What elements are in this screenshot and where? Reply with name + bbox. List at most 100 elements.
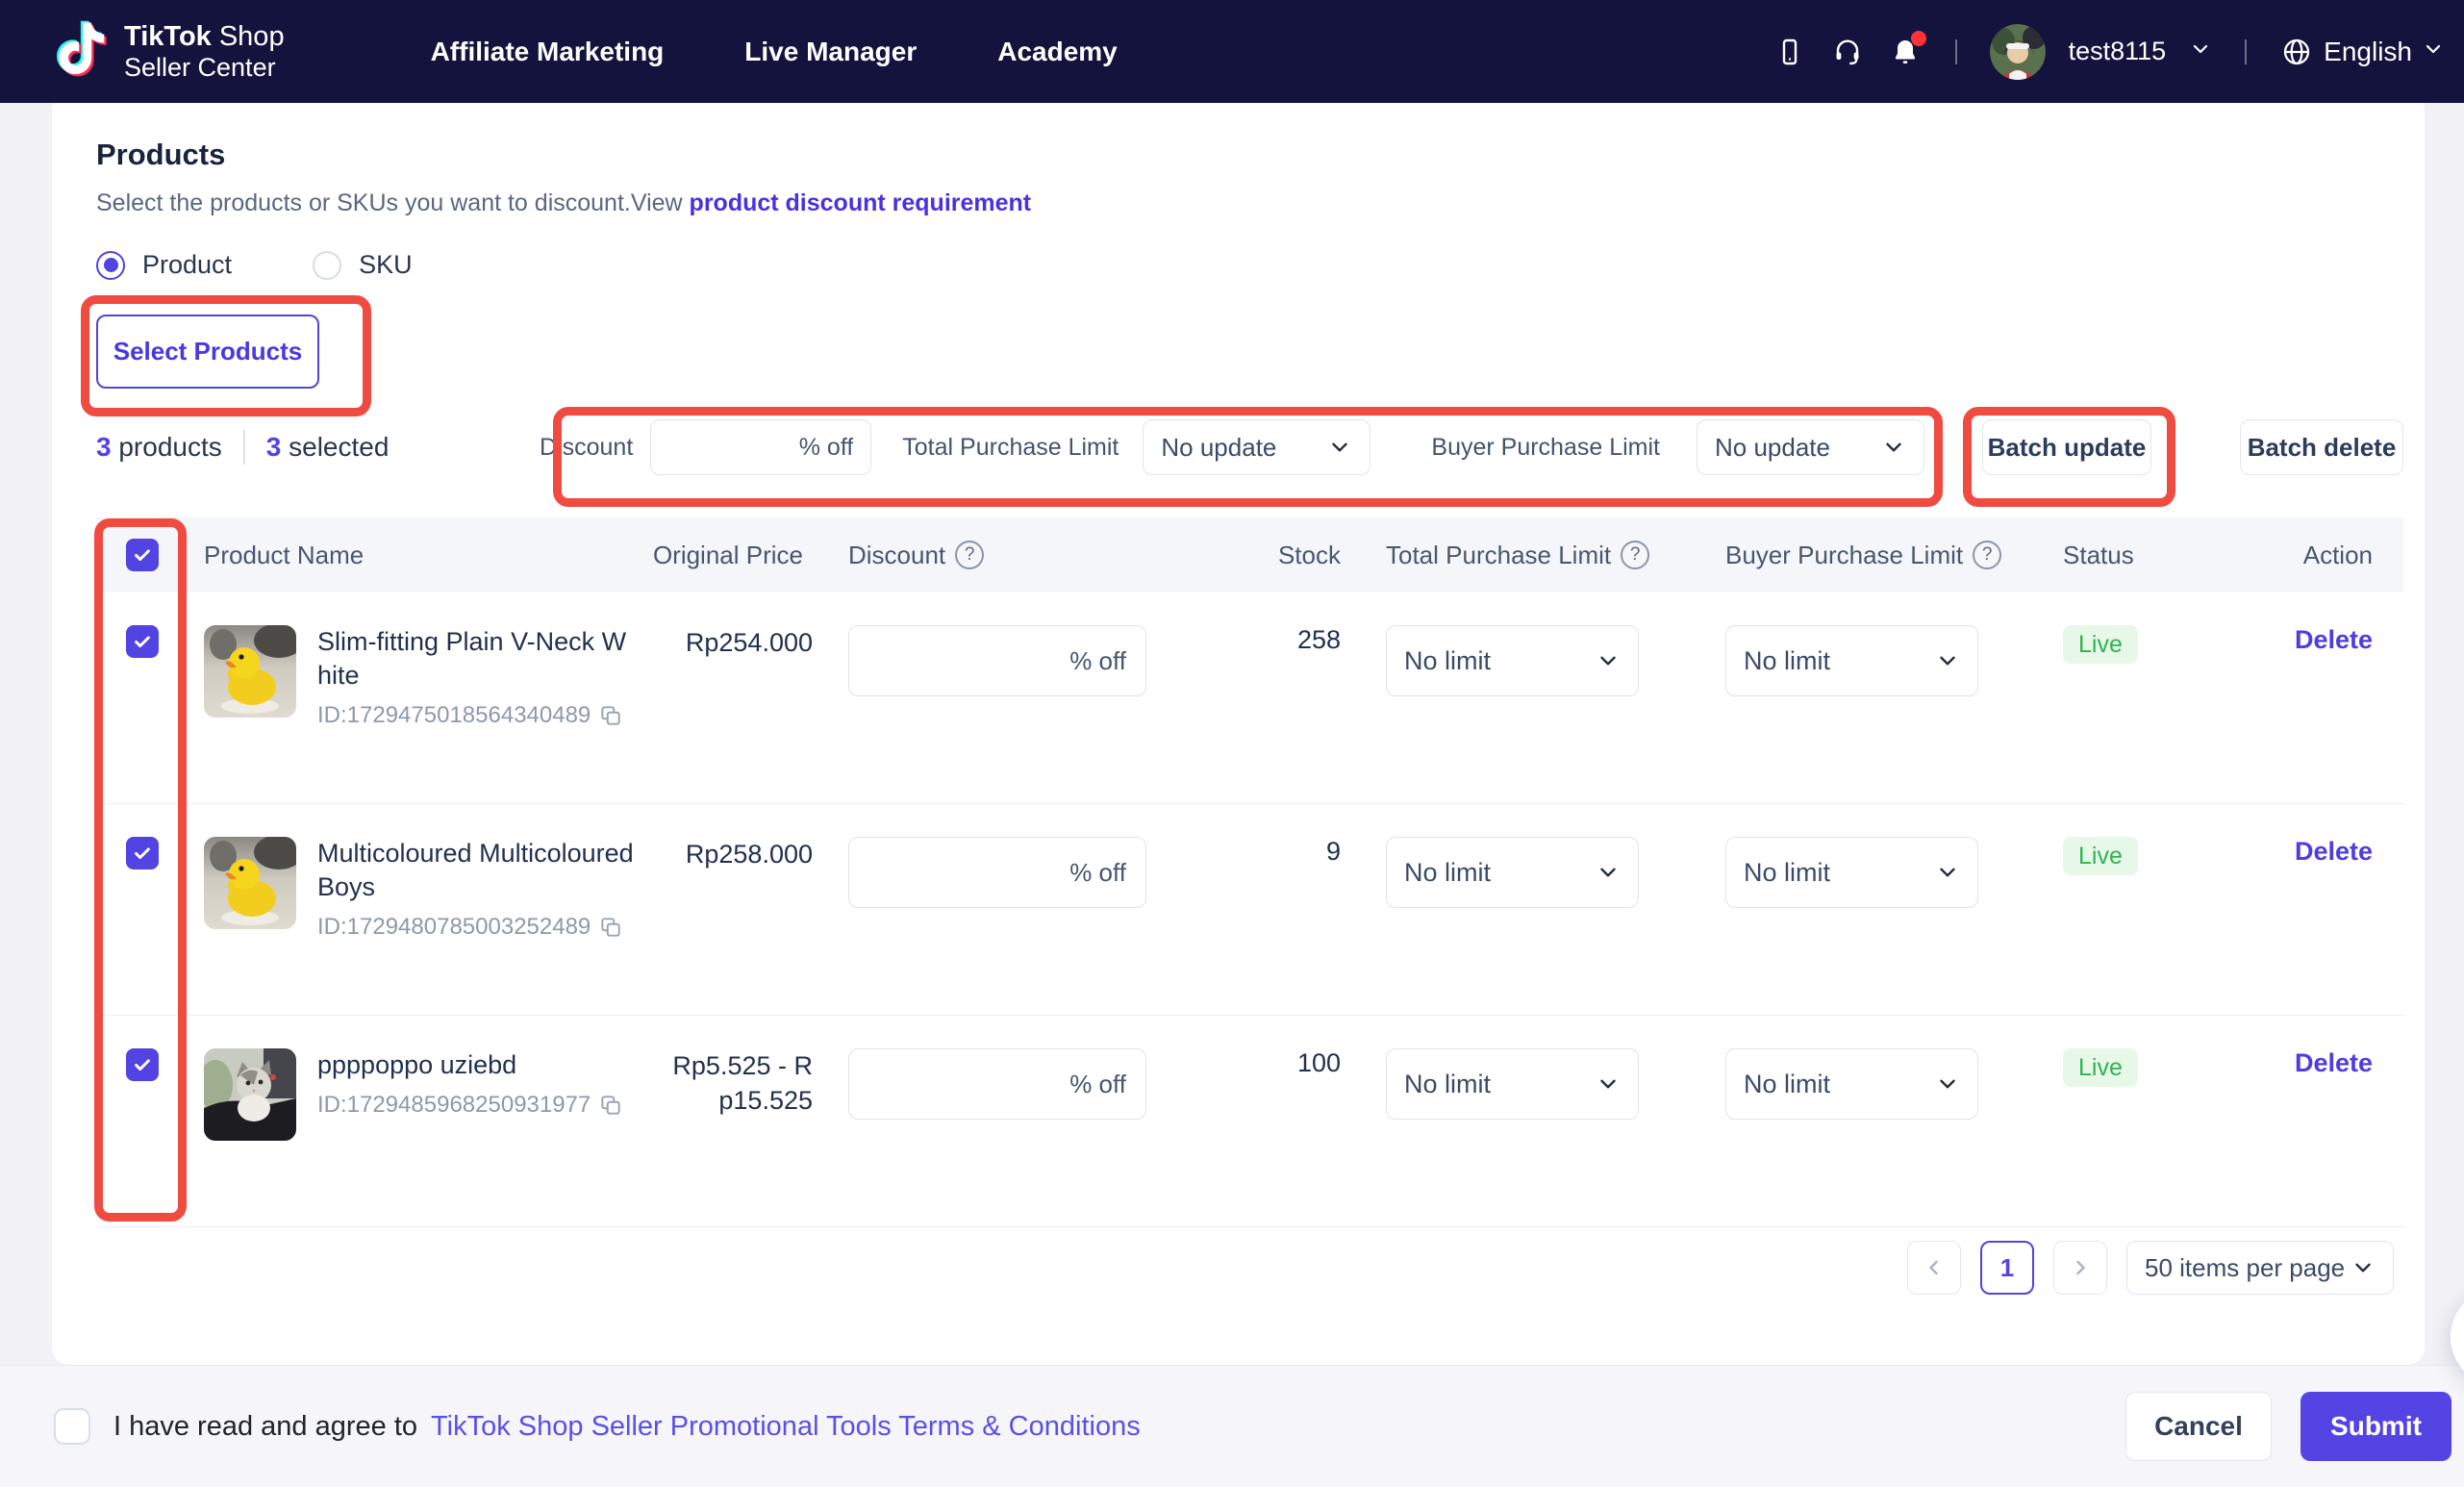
copy-icon[interactable]	[598, 703, 623, 728]
nav-live-manager[interactable]: Live Manager	[744, 37, 917, 67]
page-size-value: 50 items per page	[2145, 1252, 2346, 1282]
notification-bell-icon[interactable]	[1888, 30, 1926, 69]
delete-link[interactable]: Delete	[2295, 625, 2373, 655]
batch-total-purchase-limit-value: No update	[1161, 432, 1277, 462]
nav-affiliate-marketing[interactable]: Affiliate Marketing	[431, 37, 665, 67]
row-checkbox[interactable]	[126, 625, 159, 658]
brand-logo[interactable]: TikTok Shop Seller Center	[55, 18, 285, 85]
delete-link[interactable]: Delete	[2295, 1048, 2373, 1078]
screen: TikTok Shop Seller Center Affiliate Mark…	[0, 0, 2464, 1487]
agree-text: I have read and agree to	[113, 1410, 418, 1442]
product-discount-requirement-link[interactable]: product discount requirement	[690, 189, 1032, 216]
next-page-button[interactable]	[2053, 1241, 2107, 1295]
product-id: ID:1729485968250931977	[317, 1092, 591, 1119]
row-checkbox[interactable]	[126, 837, 159, 870]
delete-link[interactable]: Delete	[2295, 837, 2373, 867]
row-buyer-purchase-limit-select[interactable]: No limit	[1725, 1048, 1978, 1120]
select-products-button[interactable]: Select Products	[96, 315, 319, 389]
brand-shop: Shop	[211, 21, 285, 53]
tiktok-logo-icon	[55, 18, 111, 85]
batch-total-purchase-limit-select[interactable]: No update	[1143, 419, 1371, 475]
header-product-name: Product Name	[204, 540, 365, 569]
row-buyer-purchase-limit-select[interactable]: No limit	[1725, 625, 1978, 696]
batch-toolbar: 3 products 3 selected Discount Total Pur…	[96, 419, 2403, 475]
row-total-purchase-limit-select[interactable]: No limit	[1386, 1048, 1639, 1120]
nav-academy[interactable]: Academy	[997, 37, 1118, 67]
row-discount-input[interactable]	[848, 1048, 1146, 1120]
chevron-left-icon	[1929, 1260, 1938, 1275]
discount-help-icon[interactable]: ?	[955, 541, 985, 569]
original-price: Rp5.525 - Rp15.525	[672, 1051, 813, 1116]
check-icon	[135, 847, 150, 860]
radio-sku-label: SKU	[359, 250, 413, 279]
cancel-button[interactable]: Cancel	[2125, 1392, 2272, 1461]
stock-value: 258	[1296, 625, 1341, 654]
summary-divider	[242, 430, 245, 465]
support-headset-icon[interactable]	[1830, 35, 1865, 69]
header-action: Action	[2302, 540, 2373, 569]
page-subtitle: Select the products or SKUs you want to …	[96, 189, 2403, 217]
header-total-purchase-limit: Total Purchase Limit	[1386, 540, 1612, 569]
buyer-limit-value: No limit	[1744, 645, 1831, 675]
radio-sku[interactable]: SKU	[313, 250, 413, 280]
selection-mode-radios: Product SKU	[96, 250, 2403, 280]
products-table: Product Name Original Price Discount ? S…	[96, 517, 2403, 1227]
row-total-purchase-limit-select[interactable]: No limit	[1386, 625, 1639, 696]
brand-seller-center: Seller Center	[124, 52, 276, 82]
language-label: English	[2324, 36, 2412, 66]
row-buyer-purchase-limit-select[interactable]: No limit	[1725, 837, 1978, 908]
table-row: Slim-fitting Plain V-Neck White ID:17294…	[96, 592, 2403, 804]
buyer-limit-value: No limit	[1744, 857, 1831, 887]
table-row: ppppoppo uziebd ID:1729485968250931977 R…	[96, 1016, 2403, 1227]
product-id: ID:1729475018564340489	[317, 702, 591, 729]
username[interactable]: test8115	[2069, 37, 2167, 66]
batch-buyer-purchase-limit-select[interactable]: No update	[1697, 419, 1924, 475]
check-icon	[135, 549, 150, 562]
terms-link[interactable]: TikTok Shop Seller Promotional Tools Ter…	[431, 1411, 1141, 1443]
product-name: ppppoppo uziebd	[317, 1050, 517, 1079]
batch-delete-button[interactable]: Batch delete	[2240, 419, 2403, 475]
batch-discount-input[interactable]	[650, 419, 872, 475]
batch-controls: Discount Total Purchase Limit No update …	[540, 419, 2403, 475]
product-id: ID:1729480785003252489	[317, 914, 591, 941]
topbar: TikTok Shop Seller Center Affiliate Mark…	[0, 0, 2464, 103]
row-checkbox[interactable]	[126, 1048, 159, 1081]
total-purchase-limit-help-icon[interactable]: ?	[1621, 541, 1650, 569]
header-buyer-purchase-limit: Buyer Purchase Limit	[1725, 540, 1964, 569]
radio-product-control[interactable]	[96, 250, 125, 280]
radio-sku-control[interactable]	[313, 250, 342, 280]
row-total-purchase-limit-select[interactable]: No limit	[1386, 837, 1639, 908]
row-discount-input[interactable]	[848, 625, 1146, 696]
check-icon	[135, 1059, 150, 1071]
chevron-down-icon	[1600, 656, 1616, 666]
row-discount-input[interactable]	[848, 837, 1146, 908]
batch-buyer-purchase-limit-value: No update	[1715, 432, 1830, 462]
header-stock: Stock	[1277, 540, 1341, 569]
mobile-icon[interactable]	[1773, 35, 1807, 69]
chevron-down-icon	[1940, 868, 1955, 877]
select-all-checkbox[interactable]	[126, 539, 159, 571]
status-badge: Live	[2063, 625, 2138, 664]
page-size-select[interactable]: 50 items per page	[2126, 1241, 2394, 1295]
radio-product[interactable]: Product	[96, 250, 232, 280]
page-number-button[interactable]: 1	[1980, 1241, 2034, 1295]
copy-icon[interactable]	[598, 1093, 623, 1118]
copy-icon[interactable]	[598, 915, 623, 940]
batch-update-button[interactable]: Batch update	[1982, 419, 2151, 475]
user-chevron-down-icon[interactable]	[2189, 38, 2212, 65]
avatar[interactable]	[1989, 23, 2046, 80]
chevron-down-icon	[1940, 1079, 1955, 1089]
stock-value: 100	[1296, 1048, 1341, 1077]
agree-checkbox[interactable]	[54, 1408, 90, 1445]
submit-button[interactable]: Submit	[2301, 1392, 2451, 1461]
selection-summary: 3 products 3 selected	[96, 419, 389, 475]
buyer-purchase-limit-help-icon[interactable]: ?	[1973, 541, 2002, 569]
language-switcher[interactable]: English	[2279, 35, 2445, 69]
batch-buyer-purchase-limit-label: Buyer Purchase Limit	[1431, 433, 1660, 461]
topbar-right: test8115 English	[1773, 23, 2445, 80]
previous-page-button[interactable]	[1907, 1241, 1961, 1295]
chevron-down-icon	[2355, 1263, 2371, 1273]
header-original-price: Original Price	[652, 540, 803, 569]
header-status: Status	[2063, 540, 2134, 569]
status-badge: Live	[2063, 1048, 2138, 1087]
